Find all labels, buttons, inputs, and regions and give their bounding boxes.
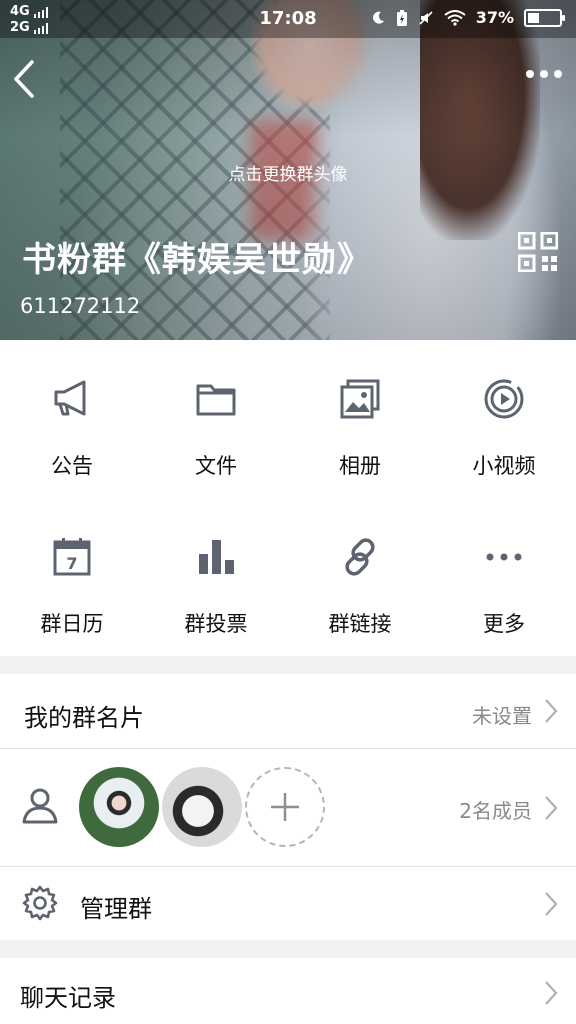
mute-icon [419, 10, 433, 25]
group-name: 书粉群《韩娱吴世勋》 [22, 240, 372, 280]
feature-label: 小视频 [472, 454, 536, 478]
megaphone-icon [54, 380, 86, 416]
plus-icon [271, 793, 299, 821]
row-title: 聊天记录 [20, 984, 116, 1012]
svg-text:7: 7 [66, 554, 77, 573]
member-count: 2名成员 [459, 799, 532, 823]
member-avatar[interactable] [162, 767, 242, 847]
battery-percent: 37% [475, 8, 514, 27]
gear-icon [22, 885, 58, 921]
feature-album[interactable]: 相册 [288, 340, 432, 498]
calendar-icon: 7 [53, 538, 91, 576]
group-id: 611272112 [20, 294, 141, 318]
feature-group-poll[interactable]: 群投票 [144, 498, 288, 656]
feature-announcement[interactable]: 公告 [0, 340, 144, 498]
qr-code-icon[interactable] [518, 232, 558, 272]
poll-icon [199, 540, 234, 574]
battery-fill [528, 12, 539, 23]
group-header: 4G 2G 17:08 37% 点击更换群头像 书粉群《韩娱吴世勋》 61127… [0, 0, 576, 340]
album-icon [340, 379, 380, 419]
battery-icon [524, 8, 565, 27]
add-member-button[interactable] [245, 767, 325, 847]
feature-label: 相册 [339, 454, 381, 478]
feature-label: 群链接 [328, 612, 392, 636]
link-icon [345, 538, 375, 576]
my-group-card-row[interactable]: 我的群名片 未设置 [0, 674, 576, 748]
row-title: 我的群名片 [24, 704, 144, 732]
feature-label: 公告 [51, 454, 93, 478]
feature-short-video[interactable]: 小视频 [432, 340, 576, 498]
feature-files[interactable]: 文件 [144, 340, 288, 498]
row-value: 未设置 [472, 704, 532, 728]
chat-history-row[interactable]: 聊天记录 [0, 958, 576, 1024]
feature-label: 文件 [195, 454, 237, 478]
feature-group-calendar[interactable]: 7 群日历 [0, 498, 144, 656]
chevron-right-icon [545, 892, 558, 916]
members-row[interactable]: 2名成员 [0, 749, 576, 866]
manage-group-row[interactable]: 管理群 [0, 867, 576, 940]
change-avatar-hint[interactable]: 点击更换群头像 [0, 160, 576, 185]
back-arrow-icon[interactable] [10, 58, 40, 100]
battery-saver-icon [396, 9, 407, 26]
feature-group-link[interactable]: 群链接 [288, 498, 432, 656]
feature-label: 群投票 [184, 612, 248, 636]
wifi-icon [444, 9, 466, 26]
more-options-button[interactable] [526, 70, 562, 78]
feature-grid: 公告 文件 相册 小视频 7 群日历 群投票 群链接 更多 [0, 340, 576, 656]
feature-more[interactable]: 更多 [432, 498, 576, 656]
status-right: 37% [370, 8, 565, 27]
row-title: 管理群 [80, 895, 152, 923]
chevron-right-icon [545, 699, 558, 723]
feature-label: 群日历 [40, 612, 104, 636]
chevron-right-icon [545, 796, 558, 820]
members-icon [22, 788, 58, 824]
video-icon [484, 379, 524, 419]
chevron-right-icon [545, 981, 558, 1005]
moon-icon [372, 11, 384, 24]
feature-label: 更多 [483, 612, 525, 636]
more-icon [486, 553, 522, 561]
folder-icon [196, 384, 236, 416]
member-avatar[interactable] [79, 767, 159, 847]
status-bar: 4G 2G 17:08 37% [0, 0, 576, 38]
